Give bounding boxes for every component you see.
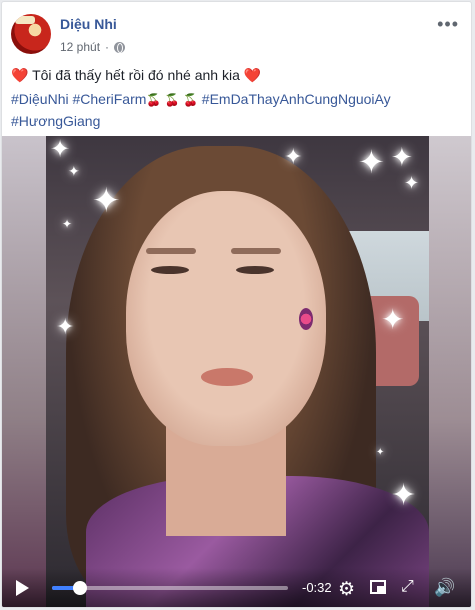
post-time[interactable]: 12 phút [60, 40, 100, 54]
earring [299, 308, 313, 330]
cherry-icons: 🍒 🍒 🍒 [146, 93, 198, 107]
author-name[interactable]: Diệu Nhi [60, 16, 117, 32]
sparkle-icon: ✦ [92, 182, 121, 220]
sparkle-icon: ✦ [404, 173, 420, 193]
sparkle-icon: ✦ [68, 163, 80, 179]
sparkle-icon: ✦ [50, 136, 71, 163]
hashtag-emdathayanhcungnguoiay[interactable]: #EmDaThayAnhCungNguoiAy [202, 91, 391, 107]
globe-icon[interactable] [114, 41, 126, 53]
play-icon[interactable] [16, 580, 29, 596]
gear-icon[interactable]: ⚙ [338, 578, 355, 601]
sparkle-icon: ✦ [391, 142, 413, 172]
sparkle-icon: ✦ [381, 304, 405, 335]
hashtag-huonggiang[interactable]: #HươngGiang [11, 113, 100, 129]
heart-icon: ❤️ [11, 67, 29, 83]
sparkle-icon: ✦ [358, 144, 385, 180]
time-remaining: -0:32 [302, 580, 332, 595]
hashtag-dieunhi[interactable]: #DiệuNhi [11, 91, 69, 107]
hashtag-cherifarm[interactable]: #CheriFarm [72, 91, 146, 107]
author-avatar[interactable] [11, 14, 51, 54]
sparkle-icon: ✦ [284, 144, 303, 169]
more-options-icon[interactable]: ••• [437, 14, 459, 35]
video-controls: -0:32 ⚙ ⤢ 🔊 [2, 568, 471, 607]
person-face [126, 191, 326, 446]
volume-icon[interactable]: 🔊 [434, 578, 455, 598]
post-meta: 12 phút · [60, 40, 126, 54]
video-frame[interactable]: ✦ ✦ ✦ ✦ ✦ ✦ ✦ ✦ ✦ ✦ ✦ ✦ [46, 136, 429, 607]
post-card: Diệu Nhi 12 phút · ••• ❤️ Tôi đã thấy hế… [1, 1, 472, 608]
video-player[interactable]: ✦ ✦ ✦ ✦ ✦ ✦ ✦ ✦ ✦ ✦ ✦ ✦ -0:32 ⚙ ⤢ 🔊 [2, 136, 471, 607]
sparkle-icon: ✦ [376, 447, 385, 458]
progress-handle[interactable] [73, 581, 88, 595]
hashtags: #DiệuNhi #CheriFarm🍒 🍒 🍒 #EmDaThayAnhCun… [11, 89, 466, 132]
progress-bar[interactable] [52, 581, 288, 595]
heart-icon: ❤️ [243, 67, 262, 83]
sparkle-icon: ✦ [391, 479, 417, 512]
fullscreen-icon[interactable]: ⤢ [401, 578, 414, 596]
post-text-body: Tôi đã thấy hết rồi đó nhé anh kia [28, 67, 244, 83]
post-text: ❤️ Tôi đã thấy hết rồi đó nhé anh kia ❤️ [11, 64, 461, 87]
sparkle-icon: ✦ [62, 217, 73, 231]
picture-in-picture-icon[interactable] [370, 580, 386, 594]
sparkle-icon: ✦ [56, 314, 75, 339]
